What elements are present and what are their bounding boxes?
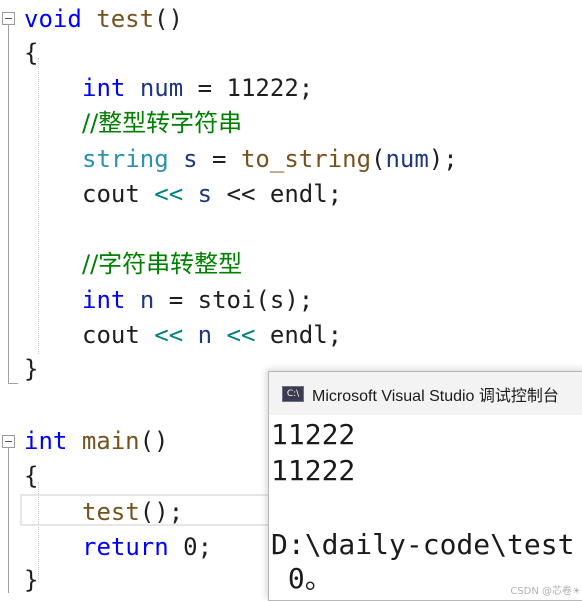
code-line-test-signature[interactable]: void test() — [24, 2, 183, 37]
console-line: 0。 — [271, 562, 333, 595]
code-text: endl; — [255, 180, 343, 208]
function-name: main — [81, 427, 140, 455]
code-text: ); — [428, 145, 458, 173]
variable: num — [139, 74, 184, 102]
operator: << — [154, 321, 184, 349]
keyword: int — [24, 427, 68, 455]
code-text: (); — [139, 498, 184, 526]
variable: n — [183, 321, 227, 349]
code-line-test-call[interactable]: test(); — [82, 495, 183, 530]
code-line-comment[interactable]: //字符串转整型 — [82, 247, 242, 282]
console-app-icon: C:\ — [282, 385, 304, 402]
code-line-stoi[interactable]: int n = stoi(s); — [82, 283, 313, 318]
code-text: = — [154, 286, 198, 314]
variable: s — [183, 145, 198, 173]
code-text: endl; — [255, 321, 343, 349]
code-text: 0; — [168, 533, 213, 561]
fold-outline-test — [8, 25, 9, 383]
code-line-comment[interactable]: //整型转字符串 — [82, 106, 242, 141]
variable: s — [269, 286, 285, 314]
variable: n — [139, 286, 155, 314]
comment: //字符串转整型 — [82, 250, 243, 278]
console-output[interactable]: 11222 11222 D:\daily-code\test 0。 CSDN @… — [269, 415, 582, 600]
code-line-open-brace[interactable]: { — [24, 36, 38, 71]
brace: } — [24, 566, 39, 594]
code-text: ); — [284, 286, 314, 314]
code-text: ( — [371, 145, 386, 173]
console-line: 11222 — [271, 454, 356, 487]
fold-end-test — [8, 383, 18, 384]
debug-console-window[interactable]: C:\ Microsoft Visual Studio 调试控制台 11222 … — [268, 371, 582, 601]
operator: << — [226, 321, 256, 349]
fold-outline-main — [8, 448, 9, 593]
code-line-return[interactable]: return 0; — [82, 530, 212, 565]
code-line-close-brace[interactable]: } — [24, 352, 38, 387]
operator: << — [154, 180, 184, 208]
function-call: stoi — [197, 286, 256, 314]
keyword: int — [82, 74, 126, 102]
collapse-main-icon[interactable] — [2, 435, 15, 448]
function-name: test — [96, 5, 155, 33]
code-text: = — [197, 145, 241, 173]
parens: () — [154, 5, 183, 33]
code-text: cout — [82, 321, 155, 349]
code-line-cout-n[interactable]: cout << n << endl; — [82, 318, 342, 353]
function-call: test — [82, 498, 140, 526]
operator: << — [226, 180, 256, 208]
watermark: CSDN @芯卷☀ — [510, 586, 581, 597]
keyword: int — [82, 286, 126, 314]
keyword: void — [24, 5, 82, 33]
type: string — [82, 145, 169, 173]
code-text: cout — [82, 180, 155, 208]
code-line-open-brace[interactable]: { — [24, 459, 38, 494]
console-title: Microsoft Visual Studio 调试控制台 — [312, 387, 559, 405]
indent-guide — [38, 58, 39, 354]
function-call: to_string — [240, 145, 372, 173]
code-line-to-string[interactable]: string s = to_string(num); — [82, 142, 458, 177]
variable: s — [183, 180, 227, 208]
console-line: D:\daily-code\test — [271, 528, 575, 561]
console-title-bar[interactable]: C:\ Microsoft Visual Studio 调试控制台 — [269, 372, 582, 415]
variable: num — [385, 145, 429, 173]
code-line-cout-s[interactable]: cout << s << endl; — [82, 177, 342, 212]
keyword: return — [82, 533, 169, 561]
brace: } — [24, 355, 39, 383]
console-line: 11222 — [271, 418, 356, 451]
brace: { — [24, 462, 39, 490]
comment: //整型转字符串 — [82, 109, 243, 137]
code-text: ( — [255, 286, 270, 314]
code-text: = 11222; — [183, 74, 314, 102]
parens: () — [139, 427, 169, 455]
code-line-int-num[interactable]: int num = 11222; — [82, 71, 313, 106]
code-line-main-signature[interactable]: int main() — [24, 424, 169, 459]
brace: { — [24, 39, 39, 67]
collapse-test-icon[interactable] — [2, 12, 15, 25]
